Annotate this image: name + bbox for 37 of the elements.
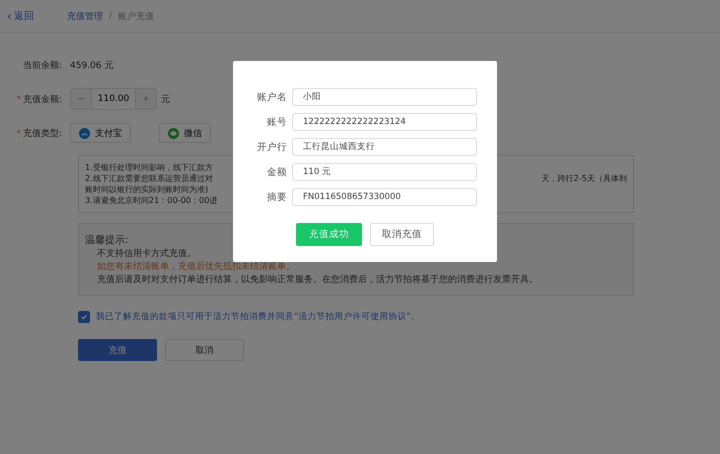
field-label: 金额 bbox=[266, 166, 288, 178]
cancel-button[interactable]: 取消充值 bbox=[370, 223, 434, 246]
payment-option[interactable]: 微信 bbox=[159, 123, 211, 143]
chat-bubble-icon bbox=[168, 128, 179, 138]
back-link[interactable]: ‹ 返回 bbox=[7, 9, 67, 23]
notice-text: 账时间以银行的实际到账时间为准) bbox=[85, 184, 208, 195]
input-field[interactable]: FN0116508657330000 bbox=[292, 188, 477, 206]
input-field[interactable]: 工行昆山城西支行 bbox=[292, 138, 477, 156]
notice-text: 天，跨行2-5天（具体到 bbox=[542, 173, 627, 184]
pay-type-label: * 充值类型: bbox=[15, 128, 63, 140]
breadcrumb-separator: / bbox=[109, 11, 112, 21]
tip-text: 不支持信用卡方式充值。 bbox=[96, 248, 197, 261]
breadcrumb-link[interactable]: 充值管理 bbox=[67, 10, 103, 22]
input-field[interactable]: 1222222222222223124 bbox=[292, 113, 477, 131]
notice-text: 3.请避免北京时间21：00-00：00进 bbox=[85, 195, 218, 206]
field-label: 账户名 bbox=[256, 90, 288, 104]
payment-option[interactable]: 支付宝 bbox=[70, 123, 131, 143]
agreement-text: 我已了解充值的款项只可用于活力节拍消费并同意“活力节拍用户许可使用协议”。 bbox=[96, 311, 420, 323]
recharge-button[interactable]: 充值 bbox=[78, 339, 157, 361]
notice-text: 1.受银行处理时间影响，线下汇款方 bbox=[85, 162, 213, 173]
unit-text: 元 bbox=[161, 94, 170, 106]
cancel-button[interactable]: 取消 bbox=[165, 339, 244, 361]
agreement-checkbox[interactable] bbox=[78, 311, 90, 323]
check-icon bbox=[80, 313, 88, 321]
field-label: 开户行 bbox=[256, 140, 288, 154]
input-field[interactable]: 小阳 bbox=[292, 88, 477, 106]
balance-value: 459.06 元 bbox=[70, 60, 114, 72]
field-label: 账号 bbox=[266, 116, 288, 128]
tip-text: 充值后请及时对支付订单进行结算，以免影响正常服务。在您消费后，活力节拍将基于您的消费进行发票开具。 bbox=[96, 274, 539, 287]
amount-label: * 充值金额: bbox=[15, 94, 63, 106]
tip-text: 如您有未结清账单，充值后优先抵扣未结清账单。 bbox=[96, 261, 296, 274]
tips-title: 温馨提示: bbox=[85, 234, 128, 247]
balance-label: 当前余额: bbox=[22, 60, 63, 72]
notice-text: 2.线下汇款需要您联系运营员通过对 bbox=[85, 173, 213, 184]
input-field[interactable]: 110 元 bbox=[292, 163, 477, 181]
field-label: 摘要 bbox=[266, 190, 288, 204]
amount-input[interactable]: 110.00 bbox=[91, 89, 136, 109]
